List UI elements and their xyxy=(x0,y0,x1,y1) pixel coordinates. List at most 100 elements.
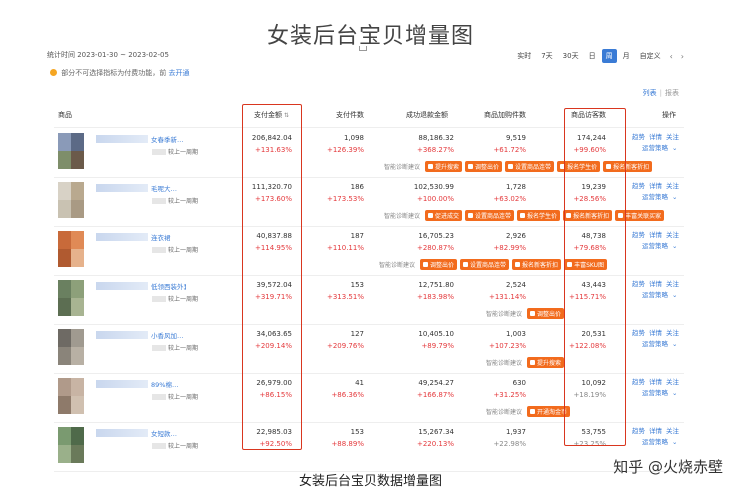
product-thumbnail[interactable] xyxy=(58,182,84,218)
period-btn-month[interactable]: 月 xyxy=(619,49,634,63)
strategy-tag[interactable]: 调整出价 xyxy=(420,258,458,270)
tag-icon xyxy=(530,359,536,365)
strategy-label: 智能诊断建议 xyxy=(486,310,523,318)
detail-link[interactable]: 详情 xyxy=(649,133,662,141)
trend-link[interactable]: 趋势 xyxy=(632,329,645,337)
strategy-link[interactable]: 运营策略 xyxy=(642,193,668,201)
strategy-tag[interactable]: 提升搜索 xyxy=(527,356,565,368)
detail-link[interactable]: 详情 xyxy=(649,378,662,386)
strategy-tags: 智能诊断建议 提升搜索 xyxy=(486,356,565,368)
trend-link[interactable]: 趋势 xyxy=(632,133,645,141)
strategy-tag[interactable]: 设置商品连带 xyxy=(505,160,555,172)
detail-link[interactable]: 详情 xyxy=(649,280,662,288)
trend-link[interactable]: 趋势 xyxy=(632,231,645,239)
period-btn-week[interactable]: 周 xyxy=(601,49,617,63)
cell-cart-count-pct: +63.02% xyxy=(493,195,526,203)
follow-link[interactable]: 关注 xyxy=(666,427,679,435)
cell-refund-amount: 88,186.32 xyxy=(418,134,454,142)
strategy-link[interactable]: 运营策略 xyxy=(642,389,668,397)
product-thumbnail[interactable] xyxy=(58,133,84,169)
notice-text: 部分不可选择指标为付费功能，前 xyxy=(61,69,167,77)
detail-link[interactable]: 详情 xyxy=(649,182,662,190)
product-name[interactable]: 毛呢大… xyxy=(96,183,186,193)
trend-link[interactable]: 趋势 xyxy=(632,182,645,190)
cell-refund-amount-pct: +183.98% xyxy=(416,293,454,301)
strategy-tag[interactable]: 调整出价 xyxy=(527,307,565,319)
strategy-link[interactable]: 运营策略 xyxy=(642,144,668,152)
tag-icon xyxy=(428,163,434,169)
period-btn-7d[interactable]: 7天 xyxy=(537,49,556,63)
notice: 部分不可选择指标为付费功能，前 去开通 xyxy=(50,68,189,78)
col-ops: 操作 xyxy=(662,111,676,119)
cell-refund-amount-pct: +166.87% xyxy=(416,391,454,399)
product-name[interactable]: 低领西装外套… xyxy=(96,281,186,291)
period-btn-day[interactable]: 日 xyxy=(585,49,600,63)
cell-pay-count-pct: +88.89% xyxy=(331,440,364,448)
strategy-tags: 智能诊断建议 开通淘金币 xyxy=(486,405,571,417)
strategy-tag[interactable]: 报名新客折扣 xyxy=(512,258,562,270)
cell-refund-amount-pct: +100.00% xyxy=(416,195,454,203)
col-cart-count[interactable]: 商品加购件数 xyxy=(484,110,526,120)
trend-link[interactable]: 趋势 xyxy=(632,280,645,288)
period-btn-custom[interactable]: 自定义 xyxy=(636,49,665,63)
tag-icon xyxy=(515,261,521,267)
product-name[interactable]: 连衣裙 xyxy=(96,232,186,242)
product-thumbnail[interactable] xyxy=(58,280,84,316)
follow-link[interactable]: 关注 xyxy=(666,378,679,386)
strategy-tag[interactable]: 设置商品连带 xyxy=(460,258,510,270)
chevron-down-icon[interactable]: ⌄ xyxy=(672,438,677,446)
strategy-link[interactable]: 运营策略 xyxy=(642,340,668,348)
cell-pay-count: 1,098 xyxy=(343,134,364,142)
strategy-tag[interactable]: 报名学生价 xyxy=(517,209,561,221)
product-thumbnail[interactable] xyxy=(58,378,84,414)
chevron-down-icon[interactable]: ⌄ xyxy=(672,291,677,299)
product-name[interactable]: 小香风加… xyxy=(96,330,186,340)
cell-cart-count-pct: +131.14% xyxy=(488,293,526,301)
strategy-tag[interactable]: 促进成交 xyxy=(425,209,463,221)
product-compare: 较上一周期 xyxy=(152,441,198,450)
detail-link[interactable]: 详情 xyxy=(649,329,662,337)
product-thumbnail[interactable] xyxy=(58,329,84,365)
trend-link[interactable]: 趋势 xyxy=(632,427,645,435)
chevron-left-icon[interactable]: ‹ xyxy=(667,52,676,61)
strategy-tag[interactable]: 设置商品连带 xyxy=(465,209,515,221)
product-compare: 较上一周期 xyxy=(152,343,198,352)
detail-link[interactable]: 详情 xyxy=(649,427,662,435)
strategy-link[interactable]: 运营策略 xyxy=(642,242,668,250)
view-chart-button[interactable]: 报表 xyxy=(665,89,679,97)
chevron-down-icon[interactable]: ⌄ xyxy=(672,242,677,250)
highlight-pay-amount xyxy=(242,104,302,450)
cell-refund-amount: 49,254.27 xyxy=(418,379,454,387)
strategy-link[interactable]: 运营策略 xyxy=(642,291,668,299)
notice-link[interactable]: 去开通 xyxy=(168,69,189,77)
period-btn-30d[interactable]: 30天 xyxy=(559,49,583,63)
product-compare: 较上一周期 xyxy=(152,245,198,254)
follow-link[interactable]: 关注 xyxy=(666,133,679,141)
col-pay-count[interactable]: 支付件数 xyxy=(336,110,364,120)
cell-cart-count-pct: +31.25% xyxy=(493,391,526,399)
chevron-down-icon[interactable]: ⌄ xyxy=(672,193,677,201)
product-thumbnail[interactable] xyxy=(58,231,84,267)
chevron-down-icon[interactable]: ⌄ xyxy=(672,340,677,348)
strategy-tag[interactable]: 提升搜索 xyxy=(425,160,463,172)
detail-link[interactable]: 详情 xyxy=(649,231,662,239)
product-name[interactable]: 女短款… xyxy=(96,428,186,438)
cell-cart-count: 1,937 xyxy=(505,428,526,436)
follow-link[interactable]: 关注 xyxy=(666,182,679,190)
strategy-link[interactable]: 运营策略 xyxy=(642,438,668,446)
period-btn-realtime[interactable]: 实时 xyxy=(513,49,535,63)
product-name[interactable]: 89%棉… xyxy=(96,379,186,389)
strategy-tag[interactable]: 调整出价 xyxy=(465,160,503,172)
chevron-down-icon[interactable]: ⌄ xyxy=(672,389,677,397)
follow-link[interactable]: 关注 xyxy=(666,231,679,239)
chevron-down-icon[interactable]: ⌄ xyxy=(672,144,677,152)
chevron-right-icon[interactable]: › xyxy=(678,52,687,61)
trend-link[interactable]: 趋势 xyxy=(632,378,645,386)
product-name[interactable]: 女春季新… xyxy=(96,134,186,144)
view-list-button[interactable]: 列表 xyxy=(643,89,657,97)
col-refund-amount[interactable]: 成功退款金额 xyxy=(406,110,448,120)
follow-link[interactable]: 关注 xyxy=(666,329,679,337)
follow-link[interactable]: 关注 xyxy=(666,280,679,288)
product-thumbnail[interactable] xyxy=(58,427,84,463)
cell-refund-amount: 16,705.23 xyxy=(418,232,454,240)
